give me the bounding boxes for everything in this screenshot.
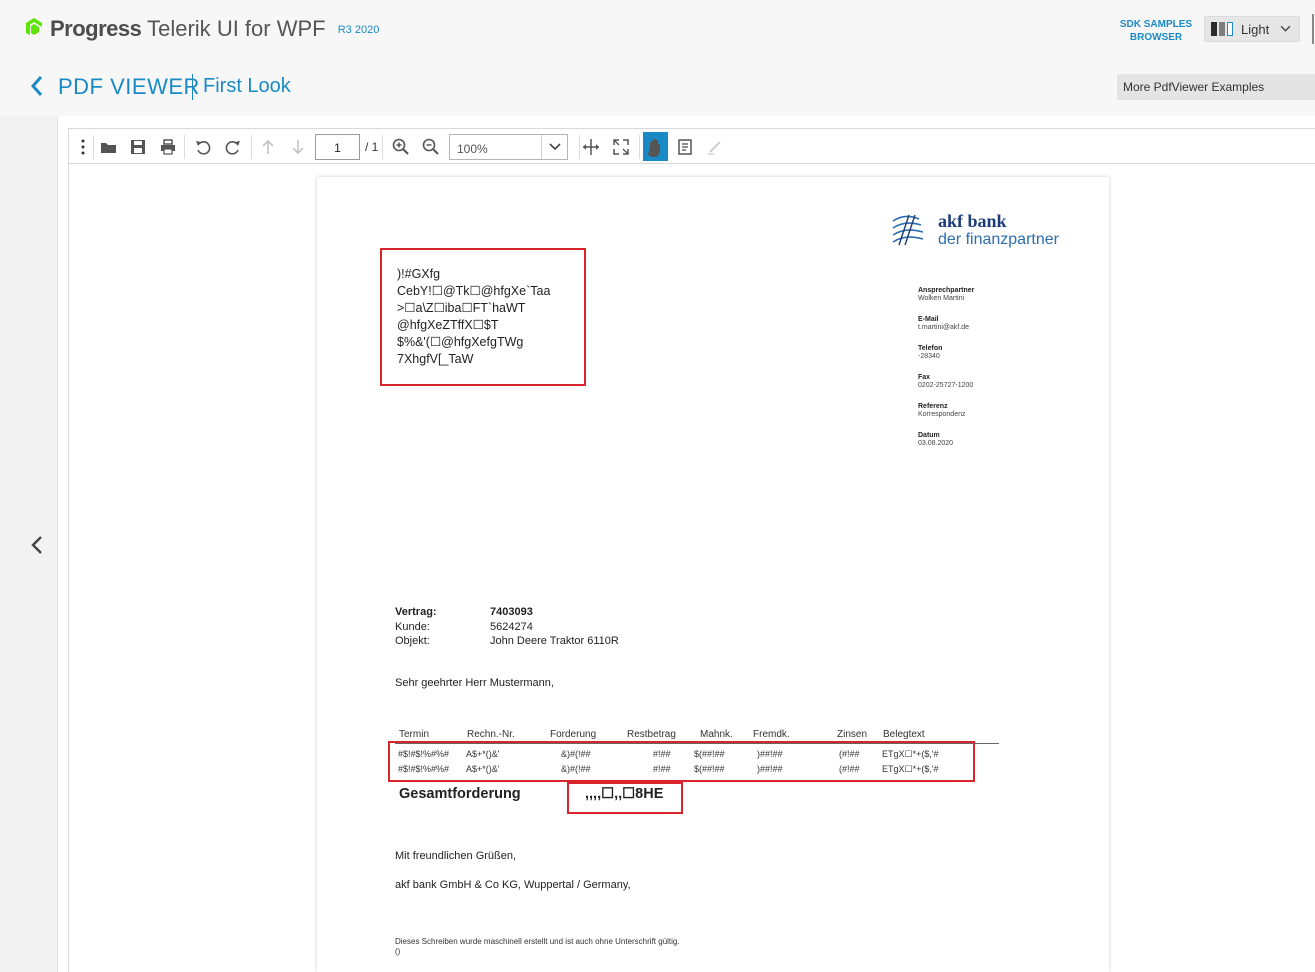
brand-product-b: UI for WPF <box>216 16 326 41</box>
column-header: Mahnk. <box>700 729 733 740</box>
page-title: PDF VIEWER <box>58 74 200 99</box>
app-window: Progress Telerik UI for WPF R3 2020 SDK … <box>0 0 1315 972</box>
progress-logo-icon <box>26 18 42 35</box>
contract-details: Vertrag: 7403093 Kunde: 5624274 Objekt: … <box>395 605 619 649</box>
chevron-down-icon <box>549 143 561 151</box>
text-selection-icon[interactable] <box>675 137 695 157</box>
brand-company: Progress <box>50 16 142 41</box>
print-icon[interactable] <box>158 137 178 157</box>
company-line: akf bank GmbH & Co KG, Wuppertal / Germa… <box>395 879 631 891</box>
zoom-dropdown-toggle[interactable] <box>541 135 567 159</box>
closing-greeting: Mit freundlichen Grüßen, <box>395 850 517 862</box>
product-brand: Progress Telerik UI for WPF R3 2020 <box>50 16 379 42</box>
contract-number: 7403093 <box>490 606 533 618</box>
toolbar-separator <box>579 135 580 159</box>
akf-bank-logo-icon <box>892 214 924 246</box>
example-titlebar: PDF VIEWER First Look More PdfViewer Exa… <box>0 60 1315 116</box>
zoom-level-value: 100% <box>457 142 488 156</box>
theme-palette-icon <box>1211 22 1233 36</box>
toolbar-separator <box>184 135 185 159</box>
sdk-browser-line2: BROWSER <box>1129 32 1183 43</box>
table-row: #$!#$!%#%# A$+*()&' &)#(!## #!## $(##!##… <box>398 749 939 759</box>
rotate-right-icon[interactable] <box>223 137 243 157</box>
sdk-samples-browser-link[interactable]: SDK SAMPLES BROWSER <box>1113 18 1199 44</box>
save-icon[interactable] <box>128 137 148 157</box>
pdf-toolbar: 1 / 1 100% <box>68 128 1315 164</box>
pan-mode-button[interactable] <box>643 132 668 161</box>
example-subtitle: First Look <box>203 75 291 97</box>
fit-page-icon[interactable] <box>611 137 631 157</box>
rotate-left-icon[interactable] <box>193 137 213 157</box>
column-header: Rechn.-Nr. <box>467 729 515 740</box>
column-header: Forderung <box>550 729 597 740</box>
salutation: Sehr geehrter Herr Mustermann, <box>395 677 554 689</box>
contact-fax: Fax 0202-25727-1200 <box>918 374 974 389</box>
total-label: Gesamtforderung <box>399 786 521 802</box>
more-vertical-icon[interactable] <box>73 137 93 157</box>
footnote: Dieses Schreiben wurde maschinell erstel… <box>395 937 680 956</box>
title-divider <box>192 74 193 100</box>
page-total-label: / 1 <box>365 140 379 154</box>
customer-label: Kunde: <box>395 620 430 633</box>
customer-number: 5624274 <box>490 620 533 633</box>
zoom-level-combobox[interactable]: 100% <box>449 134 568 160</box>
chevron-down-icon <box>1280 25 1291 32</box>
toolbar-separator <box>93 135 94 159</box>
theme-selected-value: Light <box>1241 21 1270 37</box>
previous-example-arrow-icon[interactable] <box>28 532 46 558</box>
column-header: Belegtext <box>883 729 925 740</box>
table-row: #$!#$!%#%# A$+*()&' &)#(!## #!## $(##!##… <box>398 764 939 774</box>
contact-phone: Telefon -28340 <box>918 345 943 360</box>
contact-email: E-Mail t.martini@akf.de <box>918 316 970 331</box>
recipient-address: )!#GXfg CebY!☐@Tk☐@hfgXe`Taa >☐a\Z☐iba☐F… <box>397 267 551 366</box>
toolbar-separator <box>382 135 383 159</box>
fit-width-icon[interactable] <box>581 137 601 157</box>
column-header: Zinsen <box>837 729 868 740</box>
object-value: John Deere Traktor 6110R <box>490 635 619 647</box>
bank-name: akf bank <box>938 211 1007 231</box>
open-folder-icon[interactable] <box>99 137 119 157</box>
object-label: Objekt: <box>395 635 430 647</box>
more-examples-button[interactable]: More PdfViewer Examples <box>1117 74 1315 100</box>
column-header: Restbetrag <box>627 729 676 740</box>
pdf-page: akf bank der finanzpartner Ansprechpartn… <box>317 177 1109 972</box>
page-number-input[interactable]: 1 <box>315 134 360 160</box>
release-label: R3 2020 <box>337 24 380 36</box>
theme-dropdown[interactable]: Light <box>1204 16 1300 42</box>
toolbar-separator <box>251 135 252 159</box>
brand-product-a: Telerik <box>147 16 211 41</box>
zoom-in-icon[interactable] <box>391 137 411 157</box>
signature-icon[interactable] <box>705 137 725 157</box>
contact-date: Datum 03.08.2020 <box>918 432 954 447</box>
next-page-icon[interactable] <box>288 137 308 157</box>
top-header: Progress Telerik UI for WPF R3 2020 SDK … <box>0 0 1315 60</box>
column-header: Termin <box>399 729 430 740</box>
contract-label: Vertrag: <box>395 606 437 618</box>
contact-person: Ansprechpartner Wolken Martini <box>918 287 975 302</box>
contact-reference: Referenz Korrespondenz <box>918 403 966 418</box>
window-edge-divider <box>1312 14 1314 44</box>
pan-hand-icon <box>648 139 660 157</box>
total-value: ,,,,☐,,☐8HE <box>585 786 664 802</box>
zoom-out-icon[interactable] <box>421 137 441 157</box>
column-header: Fremdk. <box>753 729 790 740</box>
previous-page-icon[interactable] <box>258 137 278 157</box>
sdk-browser-line1: SDK SAMPLES <box>1119 19 1193 30</box>
toolbar-separator <box>639 135 640 159</box>
bank-tagline: der finanzpartner <box>938 231 1059 248</box>
back-arrow-icon[interactable] <box>26 73 48 99</box>
